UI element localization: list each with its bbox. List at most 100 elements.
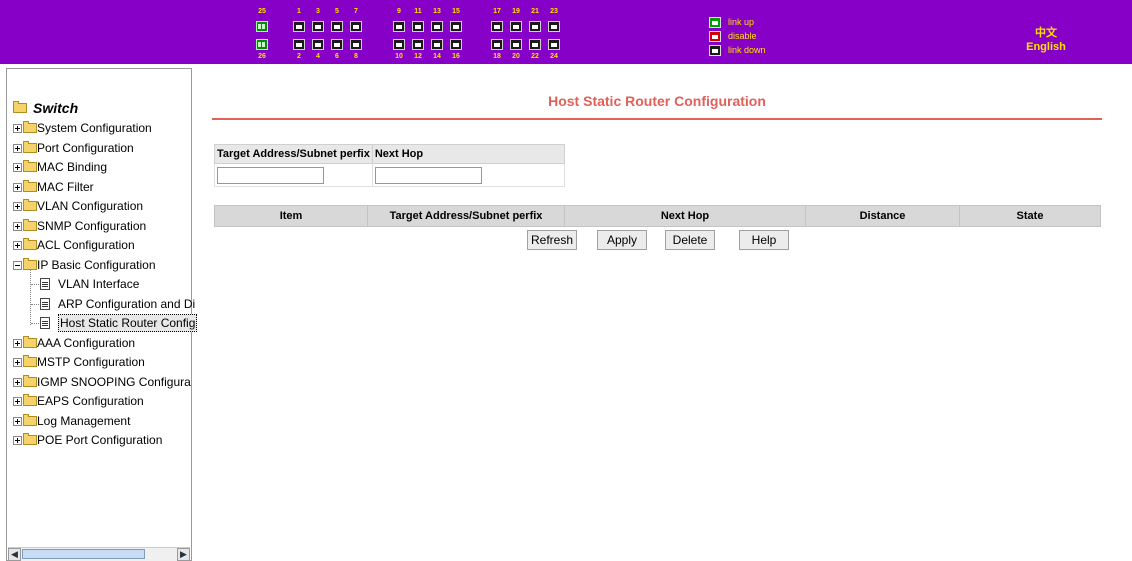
port-25-icon[interactable] bbox=[256, 21, 268, 32]
port-link-up-icon bbox=[709, 17, 721, 28]
folder-icon bbox=[23, 219, 37, 231]
expand-icon[interactable] bbox=[13, 417, 22, 426]
port-number-label: 6 bbox=[335, 53, 339, 60]
sidebar-item-label: ACL Configuration bbox=[37, 238, 135, 252]
expand-icon[interactable] bbox=[13, 202, 22, 211]
folder-icon bbox=[23, 199, 37, 211]
legend-label: link down bbox=[728, 45, 766, 55]
sidebar-item-label: POE Port Configuration bbox=[37, 433, 163, 447]
sidebar-item-label: Log Management bbox=[37, 414, 131, 428]
port-number-label: 2 bbox=[297, 53, 301, 60]
expand-icon[interactable] bbox=[13, 378, 22, 387]
port-8-icon[interactable] bbox=[350, 39, 362, 50]
legend-label: disable bbox=[728, 31, 757, 41]
port-7-icon[interactable] bbox=[350, 21, 362, 32]
delete-button[interactable]: Delete bbox=[665, 230, 715, 250]
column-header-distance: Distance bbox=[805, 205, 960, 227]
sidebar-item-label: System Configuration bbox=[37, 121, 152, 135]
column-header-state: State bbox=[959, 205, 1101, 227]
sidebar-item-label: SNMP Configuration bbox=[37, 219, 147, 233]
sidebar-item-label: Port Configuration bbox=[37, 141, 134, 155]
port-11-icon[interactable] bbox=[412, 21, 424, 32]
port-number-label: 25 bbox=[258, 8, 266, 15]
port-4-icon[interactable] bbox=[312, 39, 324, 50]
port-5-icon[interactable] bbox=[331, 21, 343, 32]
tree-root-label: Switch bbox=[33, 100, 79, 116]
folder-icon bbox=[23, 336, 37, 348]
folder-icon bbox=[23, 180, 37, 192]
port-23-icon[interactable] bbox=[548, 21, 560, 32]
port-15-icon[interactable] bbox=[450, 21, 462, 32]
collapse-icon[interactable] bbox=[13, 261, 22, 270]
scroll-left-icon[interactable]: ◀ bbox=[8, 548, 21, 561]
route-input-form: Target Address/Subnet perfix Next Hop bbox=[214, 144, 565, 187]
port-number-label: 9 bbox=[397, 8, 401, 15]
port-16-icon[interactable] bbox=[450, 39, 462, 50]
next-hop-input[interactable] bbox=[374, 166, 482, 184]
port-21-icon[interactable] bbox=[529, 21, 541, 32]
port-17-icon[interactable] bbox=[491, 21, 503, 32]
expand-icon[interactable] bbox=[13, 124, 22, 133]
tree-connector bbox=[30, 268, 31, 325]
folder-icon bbox=[23, 160, 37, 172]
port-number-label: 14 bbox=[433, 53, 441, 60]
port-14-icon[interactable] bbox=[431, 39, 443, 50]
port-24-icon[interactable] bbox=[548, 39, 560, 50]
port-6-icon[interactable] bbox=[331, 39, 343, 50]
expand-icon[interactable] bbox=[13, 241, 22, 250]
help-button[interactable]: Help bbox=[739, 230, 789, 250]
scrollbar-thumb[interactable] bbox=[22, 549, 145, 559]
sidebar-item-label: MAC Filter bbox=[37, 180, 94, 194]
column-header-target: Target Address/Subnet perfix bbox=[367, 205, 565, 227]
navigation-tree: Switch System Configuration Port Configu… bbox=[6, 68, 198, 561]
sidebar-item-label: MAC Binding bbox=[37, 160, 108, 174]
page-icon bbox=[40, 298, 50, 310]
port-10-icon[interactable] bbox=[393, 39, 405, 50]
port-13-icon[interactable] bbox=[431, 21, 443, 32]
form-header-nexthop: Next Hop bbox=[371, 144, 565, 164]
port-number-label: 16 bbox=[452, 53, 460, 60]
header-bar: 25 26 1 2 3 4 5 6 7 8 9 10 11 12 13 14 15 16 17 18 19 20 21 22 2… bbox=[0, 0, 1132, 64]
port-20-icon[interactable] bbox=[510, 39, 522, 50]
folder-icon bbox=[23, 238, 37, 250]
port-22-icon[interactable] bbox=[529, 39, 541, 50]
form-cell bbox=[371, 163, 565, 187]
apply-button[interactable]: Apply bbox=[597, 230, 647, 250]
target-address-input[interactable] bbox=[217, 166, 324, 184]
port-number-label: 19 bbox=[512, 8, 520, 15]
port-number-label: 3 bbox=[316, 8, 320, 15]
expand-icon[interactable] bbox=[13, 358, 22, 367]
port-3-icon[interactable] bbox=[312, 21, 324, 32]
folder-icon bbox=[23, 355, 37, 367]
expand-icon[interactable] bbox=[13, 222, 22, 231]
main-content: Host Static Router Configuration Target … bbox=[200, 68, 1132, 561]
sidebar-item-label: VLAN Configuration bbox=[37, 199, 144, 213]
expand-icon[interactable] bbox=[13, 144, 22, 153]
column-header-nexthop: Next Hop bbox=[564, 205, 806, 227]
action-buttons: Refresh Apply Delete Help bbox=[200, 230, 1132, 250]
language-english-link[interactable]: English bbox=[1016, 41, 1076, 53]
port-18-icon[interactable] bbox=[491, 39, 503, 50]
port-2-icon[interactable] bbox=[293, 39, 305, 50]
port-number-label: 13 bbox=[433, 8, 441, 15]
port-12-icon[interactable] bbox=[412, 39, 424, 50]
expand-icon[interactable] bbox=[13, 183, 22, 192]
port-26-icon[interactable] bbox=[256, 39, 268, 50]
port-1-icon[interactable] bbox=[293, 21, 305, 32]
expand-icon[interactable] bbox=[13, 163, 22, 172]
sidebar-horizontal-scrollbar[interactable]: ◀ ▶ bbox=[8, 547, 190, 561]
port-number-label: 22 bbox=[531, 53, 539, 60]
port-9-icon[interactable] bbox=[393, 21, 405, 32]
port-number-label: 23 bbox=[550, 8, 558, 15]
expand-icon[interactable] bbox=[13, 339, 22, 348]
language-chinese-link[interactable]: 中文 bbox=[1016, 24, 1076, 40]
legend-label: link up bbox=[728, 17, 755, 27]
port-19-icon[interactable] bbox=[510, 21, 522, 32]
folder-icon bbox=[23, 375, 37, 387]
refresh-button[interactable]: Refresh bbox=[527, 230, 577, 250]
scroll-right-icon[interactable]: ▶ bbox=[177, 548, 190, 561]
port-number-label: 20 bbox=[512, 53, 520, 60]
expand-icon[interactable] bbox=[13, 436, 22, 445]
expand-icon[interactable] bbox=[13, 397, 22, 406]
port-number-label: 1 bbox=[297, 8, 301, 15]
